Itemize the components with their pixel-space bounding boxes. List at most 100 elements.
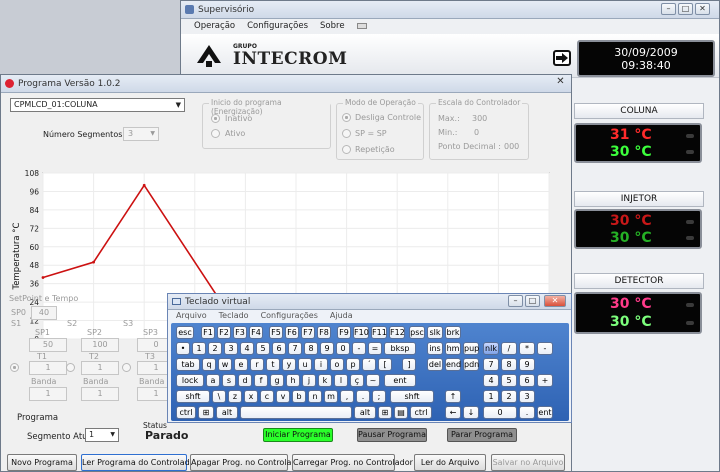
segment-radio[interactable] <box>66 363 75 372</box>
key-+[interactable]: + <box>537 374 553 387</box>
key-pup[interactable]: pup <box>463 342 479 355</box>
key-t[interactable]: t <box>266 358 280 371</box>
key-.[interactable]: . <box>519 406 535 419</box>
key-hm[interactable]: hm <box>445 342 461 355</box>
radio-desliga[interactable] <box>342 113 351 122</box>
key-9[interactable]: 9 <box>519 358 535 371</box>
key-1[interactable]: 1 <box>192 342 206 355</box>
key--[interactable]: - <box>352 342 366 355</box>
load-controller-button[interactable]: Carregar Prog. no Controlador <box>292 454 413 471</box>
menu-sobre[interactable]: Sobre <box>320 21 345 31</box>
key-o[interactable]: o <box>330 358 344 371</box>
radio-inativo[interactable] <box>211 114 220 123</box>
kb-menu-configuracoes[interactable]: Configurações <box>261 311 318 320</box>
key-▤[interactable]: ▤ <box>394 406 408 419</box>
key-s[interactable]: s <box>222 374 236 387</box>
key-´[interactable]: ´ <box>362 358 376 371</box>
band-field[interactable]: 1 <box>29 387 67 401</box>
key-F2[interactable]: F2 <box>217 326 231 339</box>
key-F3[interactable]: F3 <box>233 326 247 339</box>
key-7[interactable]: 7 <box>288 342 302 355</box>
key-F8[interactable]: F8 <box>317 326 331 339</box>
key-h[interactable]: h <box>286 374 300 387</box>
key-↑[interactable]: ↑ <box>445 390 461 403</box>
key-r[interactable]: r <box>250 358 264 371</box>
key-w[interactable]: w <box>218 358 232 371</box>
key-6[interactable]: 6 <box>272 342 286 355</box>
key-ent[interactable]: ent <box>384 374 416 387</box>
erase-controller-button[interactable]: Apagar Prog. no Controlador <box>190 454 305 471</box>
pause-program-button[interactable]: Pausar Programa <box>357 428 427 442</box>
key-F5[interactable]: F5 <box>269 326 283 339</box>
radio-repeticao[interactable] <box>342 145 351 154</box>
key-c[interactable]: c <box>260 390 274 403</box>
new-program-button[interactable]: Novo Programa <box>7 454 77 471</box>
key-ç[interactable]: ç <box>350 374 364 387</box>
keyboard-close-button[interactable]: ✕ <box>544 295 566 307</box>
key-y[interactable]: y <box>282 358 296 371</box>
key-k[interactable]: k <box>318 374 332 387</box>
radio-sp[interactable] <box>342 129 351 138</box>
key-f[interactable]: f <box>254 374 268 387</box>
segment-radio[interactable] <box>122 363 131 372</box>
close-button[interactable]: ✕ <box>695 3 710 15</box>
key-alt[interactable]: alt <box>216 406 238 419</box>
current-segment-select[interactable]: 1 ▼ <box>85 428 119 442</box>
key-ctrl[interactable]: ctrl <box>410 406 432 419</box>
menu-extra-icon[interactable] <box>356 23 367 29</box>
key-n[interactable]: n <box>308 390 322 403</box>
minimize-button[interactable]: – <box>661 3 676 15</box>
key-9[interactable]: 9 <box>320 342 334 355</box>
key-end[interactable]: end <box>445 358 461 371</box>
key-/[interactable]: / <box>501 342 517 355</box>
kb-menu-arquivo[interactable]: Arquivo <box>176 311 207 320</box>
key-;[interactable]: ; <box>372 390 386 403</box>
menu-operacao[interactable]: Operação <box>194 21 235 31</box>
key-F4[interactable]: F4 <box>249 326 263 339</box>
start-program-button[interactable]: Iniciar Programa <box>263 428 333 442</box>
key-6[interactable]: 6 <box>519 374 535 387</box>
key-shft[interactable]: shft <box>176 390 210 403</box>
kb-menu-ajuda[interactable]: Ajuda <box>330 311 353 320</box>
segment-radio[interactable] <box>10 363 19 372</box>
key-][interactable]: ] <box>402 358 416 371</box>
read-controller-button[interactable]: Ler Programa do Controlador <box>81 454 198 471</box>
key-F11[interactable]: F11 <box>371 326 387 339</box>
key-slk[interactable]: slk <box>427 326 443 339</box>
key-3[interactable]: 3 <box>224 342 238 355</box>
stop-program-button[interactable]: Parar Programa <box>447 428 517 442</box>
key-e[interactable]: e <box>234 358 248 371</box>
key-0[interactable]: 0 <box>483 406 517 419</box>
key-←[interactable]: ← <box>445 406 461 419</box>
read-file-button[interactable]: Ler do Arquivo <box>414 454 486 471</box>
key-d[interactable]: d <box>238 374 252 387</box>
key-m[interactable]: m <box>324 390 338 403</box>
key-v[interactable]: v <box>276 390 290 403</box>
program-close-button[interactable]: ✕ <box>553 77 568 89</box>
key-q[interactable]: q <box>202 358 216 371</box>
key-z[interactable]: z <box>228 390 242 403</box>
kb-menu-teclado[interactable]: Teclado <box>219 311 249 320</box>
key-8[interactable]: 8 <box>304 342 318 355</box>
export-button[interactable] <box>553 50 571 66</box>
key-tab[interactable]: tab <box>176 358 200 371</box>
radio-ativo[interactable] <box>211 129 220 138</box>
key-5[interactable]: 5 <box>256 342 270 355</box>
key-F10[interactable]: F10 <box>353 326 369 339</box>
band-field[interactable]: 1 <box>81 387 119 401</box>
sp-field[interactable]: 50 <box>29 338 67 352</box>
key--[interactable]: - <box>537 342 553 355</box>
keyboard-maximize-button[interactable]: □ <box>525 295 540 307</box>
t-field[interactable]: 1 <box>81 361 119 375</box>
controller-select[interactable]: CPMLCD_01:COLUNA ▼ <box>10 98 185 112</box>
key-u[interactable]: u <box>298 358 312 371</box>
key-•[interactable]: • <box>176 342 190 355</box>
key-i[interactable]: i <box>314 358 328 371</box>
key-0[interactable]: 0 <box>336 342 350 355</box>
key-7[interactable]: 7 <box>483 358 499 371</box>
key-b[interactable]: b <box>292 390 306 403</box>
key-8[interactable]: 8 <box>501 358 517 371</box>
key-lock[interactable]: lock <box>176 374 204 387</box>
key-⊞[interactable]: ⊞ <box>378 406 392 419</box>
save-file-button[interactable]: Salvar no Arquivo <box>491 454 565 471</box>
